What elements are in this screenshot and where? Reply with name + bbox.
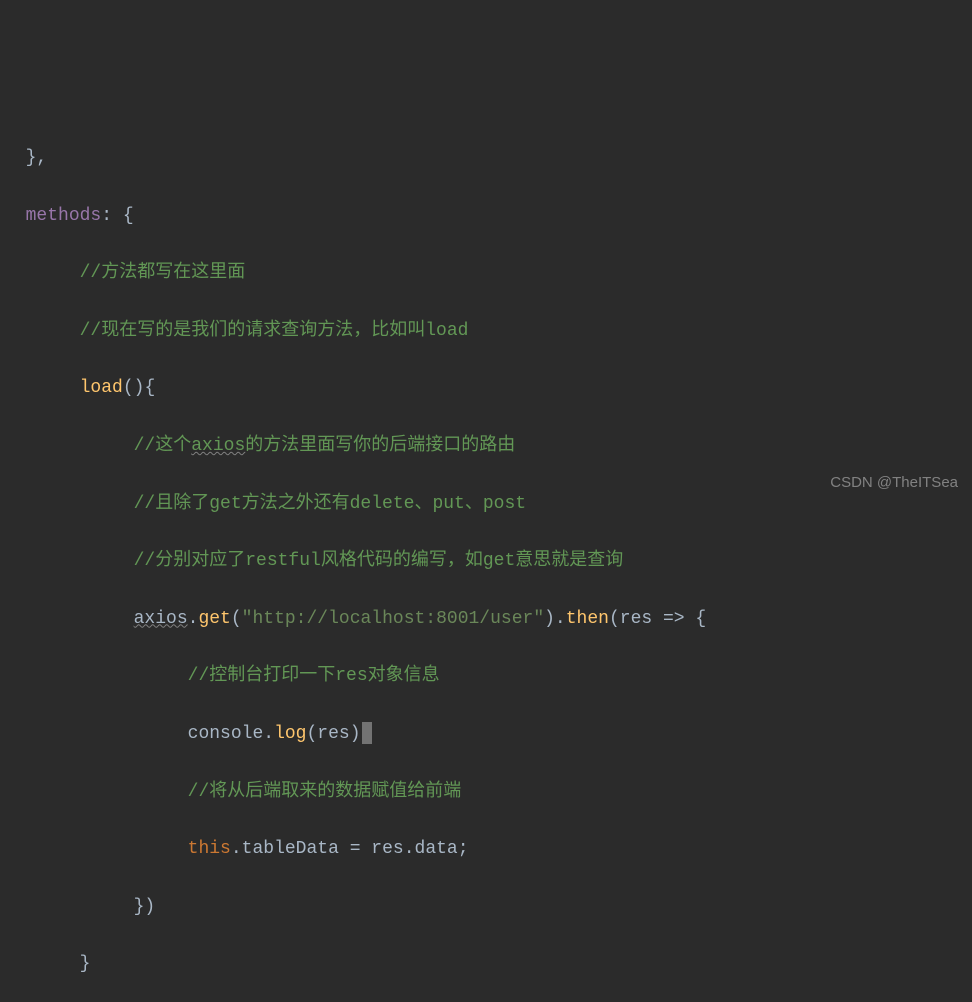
paren-open: ( xyxy=(609,609,620,629)
function-load: load xyxy=(80,378,123,398)
comment: //控制台打印一下res对象信息 xyxy=(188,666,440,686)
code-line: load(){ xyxy=(4,374,972,403)
dot: . xyxy=(263,724,274,744)
squiggle-axios: axios xyxy=(191,436,245,456)
dot: . xyxy=(404,839,415,859)
brace-close: } xyxy=(80,954,91,974)
watermark: CSDN @TheITSea xyxy=(830,471,958,495)
code-line: //现在写的是我们的请求查询方法，比如叫load xyxy=(4,317,972,346)
property-methods: methods xyxy=(26,206,102,226)
code-line: this.tableData = res.data; xyxy=(4,835,972,864)
param-res: res xyxy=(620,609,652,629)
comment: //且除了get方法之外还有delete、put、post xyxy=(134,494,526,514)
property-tableData: tableData xyxy=(242,839,339,859)
parens-brace: (){ xyxy=(123,378,155,398)
code-line: //且除了get方法之外还有delete、put、post xyxy=(4,490,972,519)
string-url: "http://localhost:8001/user" xyxy=(242,609,544,629)
colon-brace: : { xyxy=(101,206,133,226)
dot: . xyxy=(231,839,242,859)
code-line: //方法都写在这里面 xyxy=(4,259,972,288)
method-log: log xyxy=(274,724,306,744)
code-line: }, xyxy=(4,144,972,173)
comment: //将从后端取来的数据赋值给前端 xyxy=(188,782,462,802)
identifier-console: console xyxy=(188,724,264,744)
paren-open: ( xyxy=(306,724,317,744)
arrow-brace: => { xyxy=(652,609,706,629)
code-line: axios.get("http://localhost:8001/user").… xyxy=(4,605,972,634)
code-line: }) xyxy=(4,893,972,922)
code-line: //控制台打印一下res对象信息 xyxy=(4,662,972,691)
code-line: } xyxy=(4,950,972,979)
comment: //现在写的是我们的请求查询方法，比如叫load xyxy=(80,321,469,341)
method-then: then xyxy=(566,609,609,629)
identifier-axios: axios xyxy=(134,609,188,629)
equals: = xyxy=(339,839,371,859)
dot: . xyxy=(188,609,199,629)
property-data: data xyxy=(415,839,458,859)
code-line: methods: { xyxy=(4,202,972,231)
semicolon: ; xyxy=(458,839,469,859)
code-editor[interactable]: }, methods: { //方法都写在这里面 //现在写的是我们的请求查询方… xyxy=(0,115,972,1002)
comment: //分别对应了restful风格代码的编写，如get意思就是查询 xyxy=(134,551,624,571)
cursor xyxy=(362,722,372,744)
code-line: //将从后端取来的数据赋值给前端 xyxy=(4,778,972,807)
paren-close: ) xyxy=(350,724,361,744)
paren-open: ( xyxy=(231,609,242,629)
comment: //方法都写在这里面 xyxy=(80,263,246,283)
comment: //这个axios的方法里面写你的后端接口的路由 xyxy=(134,436,516,456)
brace-close: }) xyxy=(134,897,156,917)
brace-close: }, xyxy=(26,148,48,168)
paren-close-dot: ). xyxy=(544,609,566,629)
code-line: //分别对应了restful风格代码的编写，如get意思就是查询 xyxy=(4,547,972,576)
code-line: //这个axios的方法里面写你的后端接口的路由 xyxy=(4,432,972,461)
identifier-res: res xyxy=(317,724,349,744)
method-get: get xyxy=(198,609,230,629)
keyword-this: this xyxy=(188,839,231,859)
identifier-res: res xyxy=(371,839,403,859)
code-line: console.log(res) xyxy=(4,720,972,749)
